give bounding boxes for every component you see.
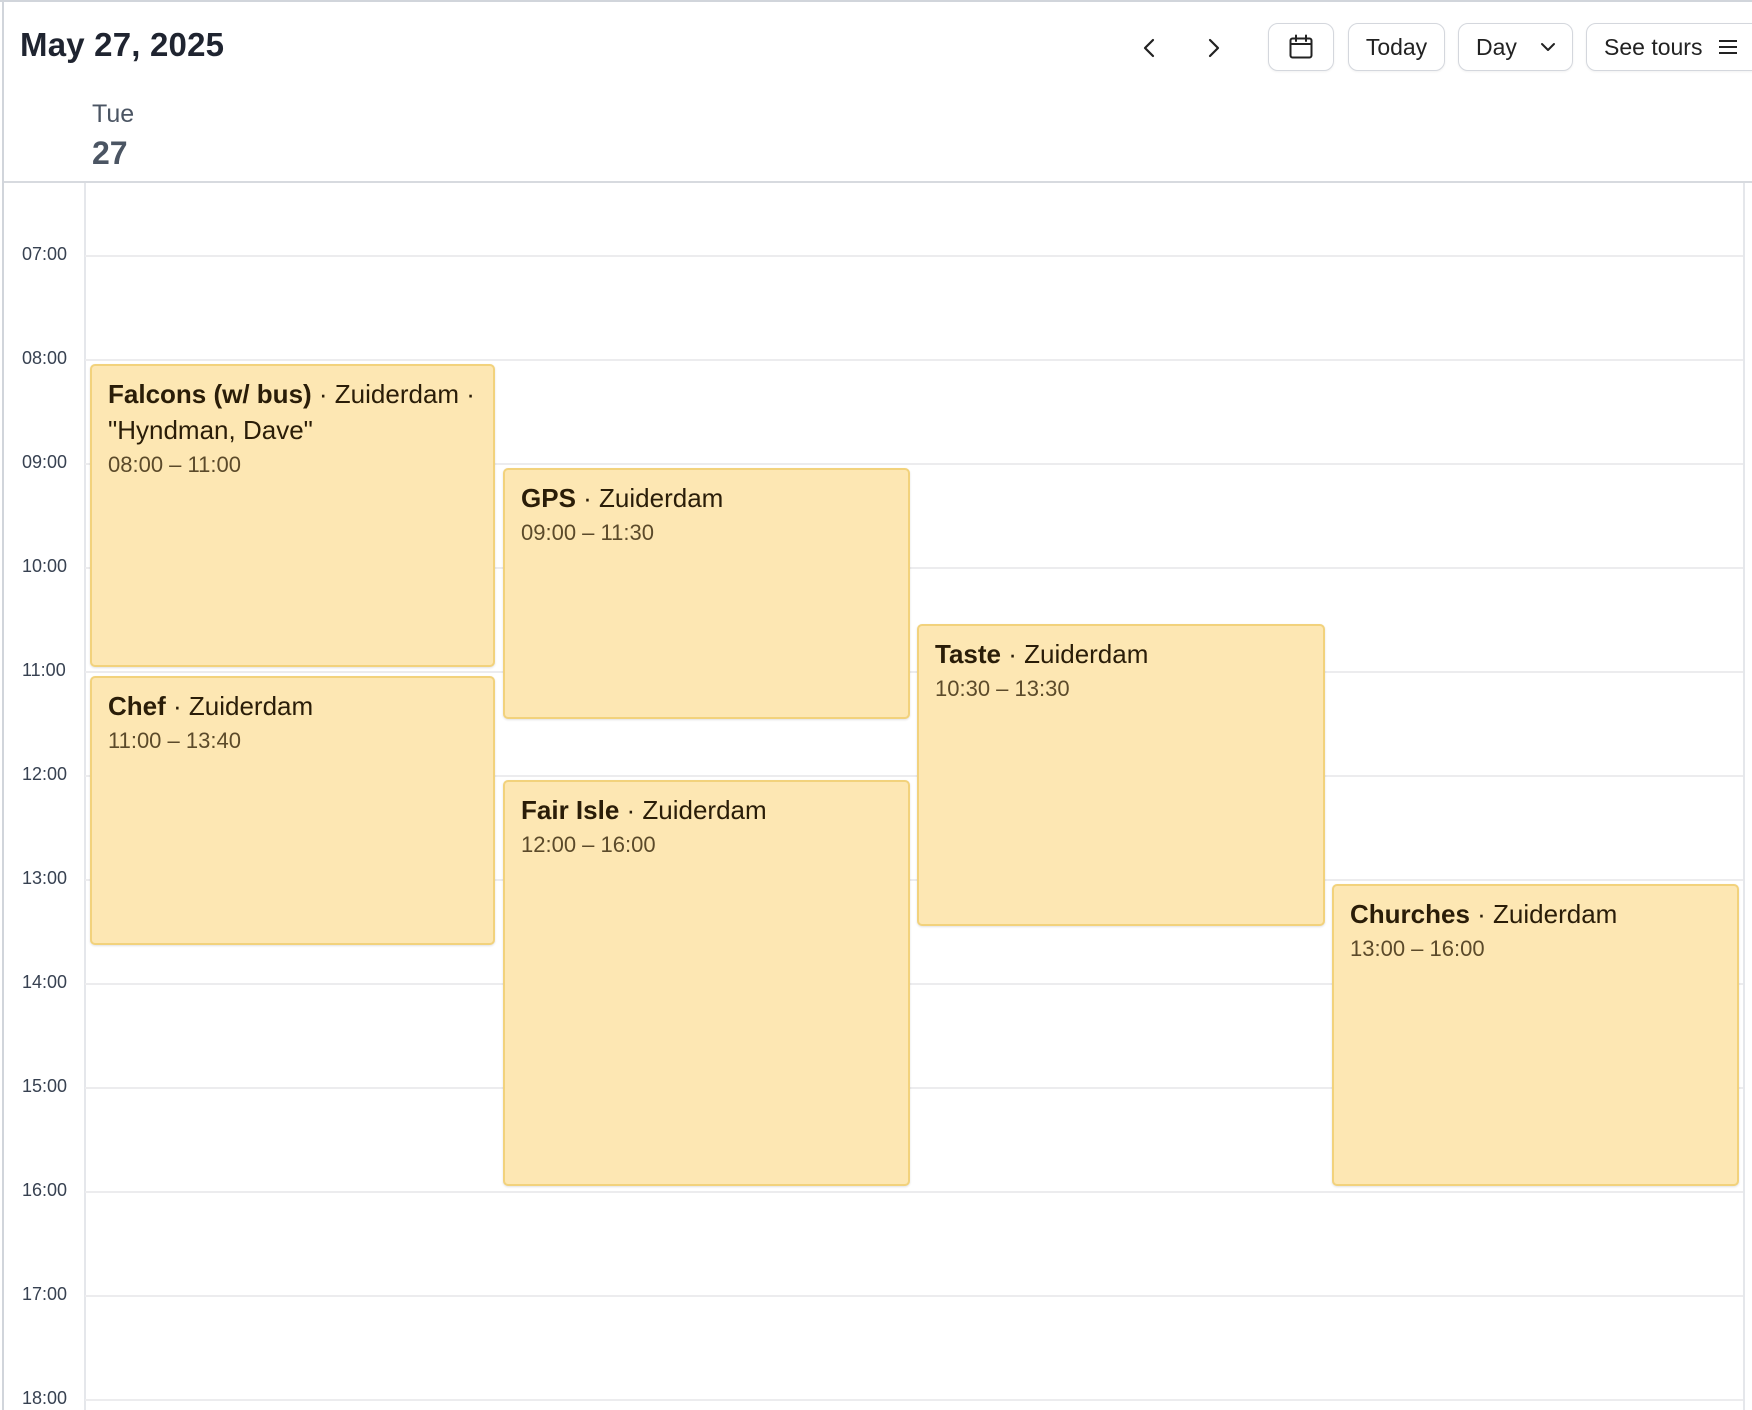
event-separator: · — [311, 379, 335, 409]
event-heading: Chef · Zuiderdam — [108, 688, 477, 724]
calendar-icon — [1289, 34, 1313, 59]
hour-line — [85, 1191, 1743, 1193]
hour-label: 09:00 — [22, 452, 68, 472]
chevron-right-icon — [1208, 38, 1220, 58]
chevron-down-icon — [1540, 43, 1555, 51]
event-chef[interactable]: Chef · Zuiderdam 11:00 – 13:40 — [90, 676, 495, 945]
event-heading: GPS · Zuiderdam — [521, 480, 892, 516]
chevron-left-icon — [1143, 38, 1155, 58]
hour-line — [85, 1399, 1743, 1401]
day-column-edge — [1743, 183, 1745, 1410]
event-heading: Fair Isle · Zuiderdam — [521, 792, 892, 828]
today-button-label: Today — [1365, 33, 1428, 60]
hour-label: 11:00 — [22, 660, 66, 680]
event-name: Churches — [1350, 899, 1470, 929]
time-gutter-divider — [84, 183, 86, 1410]
event-heading: Falcons (w/ bus) · Zuiderdam · "Hyndman,… — [108, 376, 477, 448]
calendar-app: May 27, 2025 Today Day See tours Tue 27 … — [0, 0, 1752, 1410]
event-name: Fair Isle — [521, 795, 620, 825]
event-time: 11:00 – 13:40 — [108, 728, 241, 753]
event-ship: Zuiderdam — [1493, 899, 1618, 929]
event-churches[interactable]: Churches · Zuiderdam 13:00 – 16:00 — [1332, 884, 1739, 1186]
event-ship: Zuiderdam — [1024, 639, 1149, 669]
event-ship: Zuiderdam — [642, 795, 767, 825]
previous-day-button[interactable] — [1126, 24, 1174, 72]
hour-label: 15:00 — [22, 1076, 68, 1096]
hour-line — [85, 671, 1743, 673]
hour-label: 16:00 — [22, 1180, 68, 1200]
event-heading: Churches · Zuiderdam — [1350, 896, 1721, 932]
hour-line — [85, 359, 1743, 361]
hour-line — [85, 255, 1743, 257]
event-taste[interactable]: Taste · Zuiderdam 10:30 – 13:30 — [917, 624, 1325, 926]
event-ship: Zuiderdam — [334, 379, 460, 409]
event-separator: · — [1469, 899, 1494, 929]
view-select-label: Day — [1476, 33, 1517, 60]
event-separator: · — [1001, 639, 1025, 669]
hour-label: 18:00 — [22, 1388, 68, 1408]
event-time: 09:00 – 11:30 — [521, 520, 654, 545]
hour-label: 07:00 — [22, 244, 68, 264]
event-gps[interactable]: GPS · Zuiderdam 09:00 – 11:30 — [503, 468, 910, 719]
menu-icon — [1719, 40, 1738, 54]
window-top-border — [0, 0, 1752, 2]
hour-label: 14:00 — [22, 972, 68, 992]
event-name: Chef — [108, 691, 166, 721]
event-time: 10:30 – 13:30 — [935, 676, 1070, 701]
header-divider — [4, 181, 1752, 183]
event-falcons[interactable]: Falcons (w/ bus) · Zuiderdam · "Hyndman,… — [90, 364, 495, 667]
today-button[interactable]: Today — [1348, 23, 1445, 71]
date-picker-button[interactable] — [1268, 23, 1334, 71]
event-heading: Taste · Zuiderdam — [935, 636, 1307, 672]
event-time: 08:00 – 11:00 — [108, 452, 241, 477]
hour-label: 13:00 — [22, 868, 68, 888]
event-ship: Zuiderdam — [599, 483, 724, 513]
event-separator: · — [619, 795, 643, 825]
hour-label: 08:00 — [22, 348, 68, 368]
next-day-button[interactable] — [1189, 24, 1237, 72]
hour-line — [85, 1295, 1743, 1297]
page-title: May 27, 2025 — [20, 26, 225, 63]
hour-label: 17:00 — [22, 1284, 68, 1304]
event-name: Falcons (w/ bus) — [108, 379, 312, 409]
day-date: 27 — [92, 135, 128, 171]
day-weekday: Tue — [92, 100, 135, 128]
event-name: Taste — [935, 639, 1001, 669]
event-separator: · — [575, 483, 600, 513]
event-ship: Zuiderdam — [188, 691, 314, 721]
see-tours-button[interactable]: See tours — [1586, 23, 1752, 71]
see-tours-label: See tours — [1604, 33, 1703, 60]
hour-label: 10:00 — [22, 556, 68, 576]
event-name: GPS — [521, 483, 576, 513]
event-separator: · — [165, 691, 189, 721]
window-left-border — [2, 0, 4, 1410]
event-fair-isle[interactable]: Fair Isle · Zuiderdam 12:00 – 16:00 — [503, 780, 910, 1186]
event-time: 12:00 – 16:00 — [521, 832, 656, 857]
event-time: 13:00 – 16:00 — [1350, 936, 1485, 961]
hour-label: 12:00 — [22, 764, 68, 784]
view-select[interactable]: Day — [1458, 23, 1573, 71]
